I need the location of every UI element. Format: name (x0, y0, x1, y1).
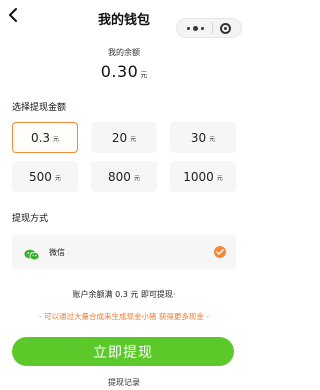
amount-option-1000[interactable]: 1000 元 (170, 161, 236, 192)
method-section-title: 提现方式 (12, 214, 49, 224)
amount-unit: 元 (209, 136, 216, 143)
amount-value: 500 (29, 169, 52, 184)
amount-option-800[interactable]: 800 元 (91, 161, 157, 192)
selected-check-icon (214, 246, 226, 258)
amount-unit: 元 (53, 136, 60, 143)
amount-value: 800 (108, 169, 131, 184)
more-menu-icon[interactable] (187, 25, 204, 31)
amount-unit: 元 (216, 175, 223, 182)
amount-option-0-3[interactable]: 0.3 元 (12, 122, 78, 153)
wechat-icon (24, 246, 40, 265)
amount-value: 30 (190, 130, 207, 145)
withdraw-record-link[interactable]: 提现记录 (0, 377, 248, 388)
mini-program-capsule (176, 18, 242, 38)
amount-value: 20 (111, 130, 128, 145)
amount-unit: 元 (133, 175, 140, 182)
amount-section-title: 选择提现金额 (12, 103, 67, 113)
balance-unit: 元 (140, 71, 148, 79)
amount-option-500[interactable]: 500 元 (12, 161, 78, 192)
close-target-icon[interactable] (220, 22, 231, 34)
amount-option-30[interactable]: 30 元 (170, 122, 236, 153)
top-bar: 我的钱包 (0, 0, 248, 38)
amount-unit: 元 (130, 136, 137, 143)
withdraw-button[interactable]: 立即提现 (12, 337, 234, 366)
promo-tip: - 可以通过大量合成来生成现金小猪 获得更多现金 - (38, 312, 210, 321)
payment-method-wechat[interactable]: 微信 (12, 235, 236, 269)
balance-value: 0.30 (100, 62, 139, 81)
withdraw-threshold-tip: 账户余额满 0.3 元 即可提现· (72, 290, 176, 299)
amount-unit: 元 (54, 175, 61, 182)
balance-display: 0.30 元 (0, 62, 248, 81)
amount-option-20[interactable]: 20 元 (91, 122, 157, 153)
amount-value: 1000 (183, 169, 214, 184)
payment-method-label: 微信 (49, 248, 65, 257)
amount-value: 0.3 (30, 130, 51, 145)
capsule-divider (211, 22, 213, 34)
balance-label: 我的余额 (108, 48, 140, 57)
